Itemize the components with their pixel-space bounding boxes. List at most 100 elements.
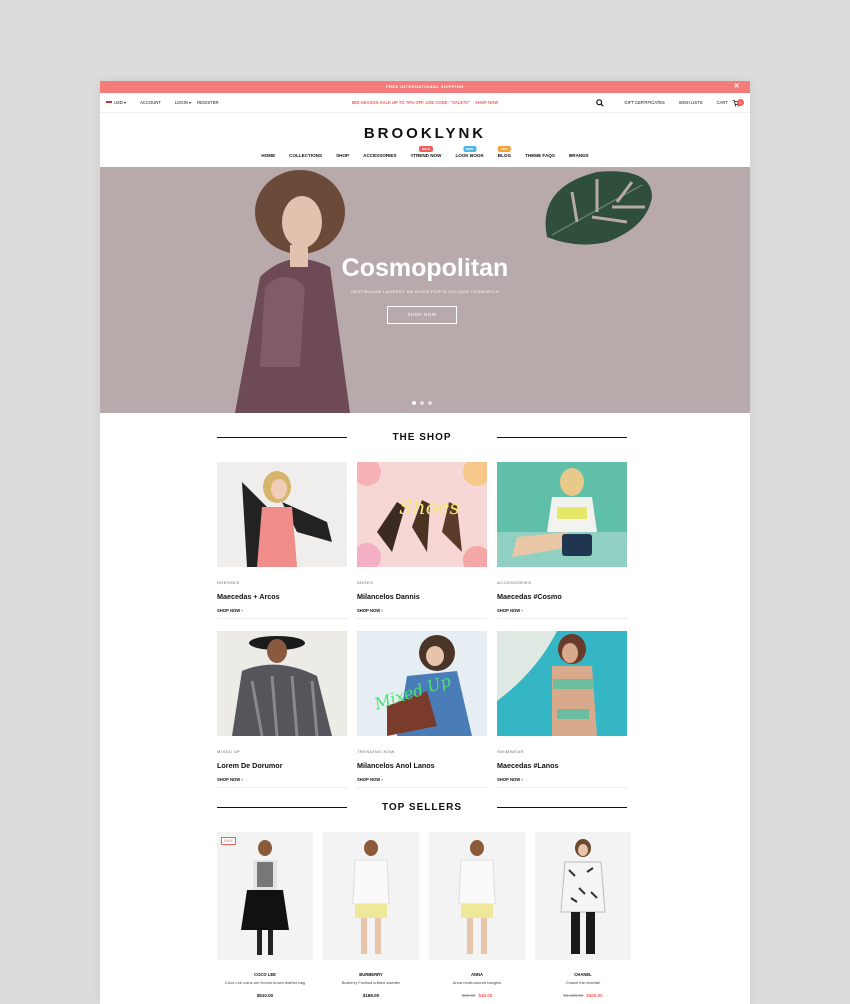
top-bar: USD ▾ ACCOUNT LOGIN ▾ REGISTER MID-SEASO… bbox=[100, 93, 750, 113]
dresses-image bbox=[217, 462, 347, 567]
shop-grid: DRESSES Maecedas + Arcos SHOP NOW › Shoe… bbox=[217, 458, 627, 788]
currency-select[interactable]: USD ▾ bbox=[106, 100, 126, 105]
product-brand: ANNA bbox=[470, 972, 484, 977]
sale-tag: SALE bbox=[419, 146, 434, 152]
card-shop-now-link[interactable]: SHOP NOW › bbox=[217, 608, 347, 613]
product-card[interactable]: COCO LEE Coco Lee coins are Kunris brown… bbox=[217, 832, 313, 998]
shop-card[interactable]: SWIMWEAR Maecedas #Lanos SHOP NOW › bbox=[497, 631, 627, 788]
nav-look-book[interactable]: NEW LOOK BOOK bbox=[455, 146, 484, 158]
nav-accessories[interactable]: ACCESSORIES bbox=[363, 153, 396, 158]
product-description[interactable]: Coco Lee coins are Kunris brown leather … bbox=[217, 980, 313, 992]
shop-card[interactable]: MIXED UP Lorem De Dorumor SHOP NOW › bbox=[217, 631, 347, 788]
card-shop-now-link[interactable]: SHOP NOW › bbox=[357, 608, 487, 613]
sale-badge: SALE bbox=[221, 837, 236, 845]
card-shop-now-link[interactable]: SHOP NOW › bbox=[497, 608, 627, 613]
swimwear-image bbox=[497, 631, 627, 736]
accessories-image bbox=[497, 462, 627, 567]
nav-theme-faqs[interactable]: THEME FAQS bbox=[525, 153, 555, 158]
sale-price: $400.00 bbox=[586, 993, 603, 998]
card-title[interactable]: Lorem De Dorumor bbox=[217, 761, 347, 770]
hero-shop-now-button[interactable]: SHOP NOW bbox=[387, 306, 457, 324]
product-brand: COCO LEE bbox=[254, 972, 276, 977]
card-shop-now-link[interactable]: SHOP NOW › bbox=[497, 777, 627, 782]
product-price: $1,400.00 $400.00 bbox=[535, 993, 631, 998]
product-brand: BURBERRY bbox=[359, 972, 383, 977]
card-title[interactable]: Maecedas + Arcos bbox=[217, 592, 347, 601]
gift-certificates-link[interactable]: GIFT CERTIFICATES bbox=[624, 100, 664, 105]
nav-collections[interactable]: COLLECTIONS bbox=[289, 153, 322, 158]
login-link[interactable]: LOGIN ▾ bbox=[175, 100, 191, 105]
search-icon[interactable] bbox=[596, 98, 604, 107]
shoes-script-text: Shoes bbox=[399, 495, 460, 519]
hot-tag: HOT bbox=[498, 146, 511, 152]
divider bbox=[497, 787, 627, 788]
nav-trend-now[interactable]: SALE #TREND NOW bbox=[411, 146, 441, 158]
card-category: TRENDING NOW bbox=[357, 749, 395, 754]
hero-subtitle: VESTIBULUM LAOREET AN DIVES PORTA OLLIQU… bbox=[351, 289, 499, 294]
nav-brands[interactable]: BRANDS bbox=[569, 153, 589, 158]
card-shop-now-link[interactable]: SHOP NOW › bbox=[357, 777, 487, 782]
top-sellers-list: COCO LEE Coco Lee coins are Kunris brown… bbox=[217, 832, 631, 998]
product-image bbox=[535, 832, 631, 960]
product-description[interactable]: Burberry Fuchsia knitted sweater bbox=[323, 980, 419, 992]
cart-count-badge: 0 bbox=[737, 98, 744, 106]
brand-logo[interactable]: BROOKLYNK bbox=[100, 125, 750, 142]
card-title[interactable]: Maecedas #Lanos bbox=[497, 761, 627, 770]
divider bbox=[357, 618, 487, 619]
divider bbox=[357, 787, 487, 788]
carousel-dot[interactable] bbox=[420, 401, 424, 405]
nav-shop[interactable]: SHOP bbox=[336, 153, 349, 158]
the-shop-heading: THE SHOP bbox=[217, 432, 627, 443]
divider bbox=[217, 618, 347, 619]
nav-home[interactable]: HOME bbox=[261, 153, 275, 158]
divider bbox=[217, 787, 347, 788]
shop-card[interactable]: Mixed Up TRENDING NOW Milancelos Anol La… bbox=[357, 631, 487, 788]
register-link[interactable]: REGISTER bbox=[197, 100, 218, 105]
card-title[interactable]: Milancelos Dannis bbox=[357, 592, 487, 601]
close-icon[interactable]: ✕ bbox=[734, 81, 740, 93]
shoes-image: Shoes bbox=[353, 458, 491, 574]
mixed-up-image bbox=[217, 631, 347, 737]
product-price: $50.00 $40.00 bbox=[429, 993, 525, 998]
sale-shop-link[interactable]: SHOP NOW bbox=[475, 100, 498, 105]
product-brand: CHANEL bbox=[574, 972, 592, 977]
card-title[interactable]: Maecedas #Cosmo bbox=[497, 592, 627, 601]
old-price: $50.00 bbox=[461, 993, 476, 998]
new-tag: NEW bbox=[463, 146, 477, 152]
trending-now-image: Mixed Up bbox=[357, 631, 487, 736]
card-category: SHOES bbox=[357, 580, 374, 585]
promo-text: FREE INTERNATIONAL SHIPPING bbox=[386, 84, 464, 89]
card-title[interactable]: Milancelos Anol Lanos bbox=[357, 761, 487, 770]
product-card[interactable]: BURBERRY Burberry Fuchsia knitted sweate… bbox=[323, 832, 419, 998]
carousel-dots bbox=[412, 401, 432, 405]
product-card[interactable]: SALE CHANEL Chanel the cheetah $1,400.00… bbox=[221, 832, 631, 998]
old-price: $1,400.00 bbox=[563, 993, 584, 998]
account-link[interactable]: ACCOUNT bbox=[140, 100, 161, 105]
product-description[interactable]: Anna multi-colored bangles bbox=[429, 980, 525, 992]
cart-link[interactable]: CART 0 bbox=[717, 98, 744, 107]
card-shop-now-link[interactable]: SHOP NOW › bbox=[217, 777, 347, 782]
divider bbox=[497, 436, 627, 439]
main-nav: HOME COLLECTIONS SHOP ACCESSORIES SALE #T… bbox=[100, 146, 750, 158]
carousel-dot[interactable] bbox=[412, 401, 416, 405]
divider bbox=[497, 618, 627, 619]
shop-card[interactable]: Shoes SHOES Milancelos Dannis SHOP NOW › bbox=[353, 458, 491, 619]
nav-blog[interactable]: HOT BLOG bbox=[498, 146, 511, 158]
card-category: ACCESSORIES bbox=[497, 580, 532, 585]
divider bbox=[217, 806, 347, 809]
card-category: DRESSES bbox=[217, 580, 240, 585]
shop-card[interactable]: DRESSES Maecedas + Arcos SHOP NOW › bbox=[217, 462, 347, 619]
wishlist-link[interactable]: WISH LISTS bbox=[679, 100, 703, 105]
shop-card[interactable]: ACCESSORIES Maecedas #Cosmo SHOP NOW › bbox=[497, 462, 627, 619]
sale-text: MID-SEASON SALE UP TO 70% OFF. USE CODE:… bbox=[351, 100, 470, 105]
product-card[interactable]: SALE ANNA Anna multi-colored bangles $50… bbox=[221, 832, 525, 998]
product-price: $189.00 bbox=[362, 993, 380, 998]
product-image bbox=[323, 832, 419, 960]
flag-icon bbox=[106, 100, 112, 105]
sale-price: $40.00 bbox=[478, 993, 493, 998]
hero-title: Cosmopolitan bbox=[341, 254, 509, 282]
card-category: SWIMWEAR bbox=[497, 749, 524, 754]
hero-banner: Cosmopolitan VESTIBULUM LAOREET AN DIVES… bbox=[100, 167, 750, 413]
product-description[interactable]: Chanel the cheetah bbox=[535, 980, 631, 992]
carousel-dot[interactable] bbox=[428, 401, 432, 405]
